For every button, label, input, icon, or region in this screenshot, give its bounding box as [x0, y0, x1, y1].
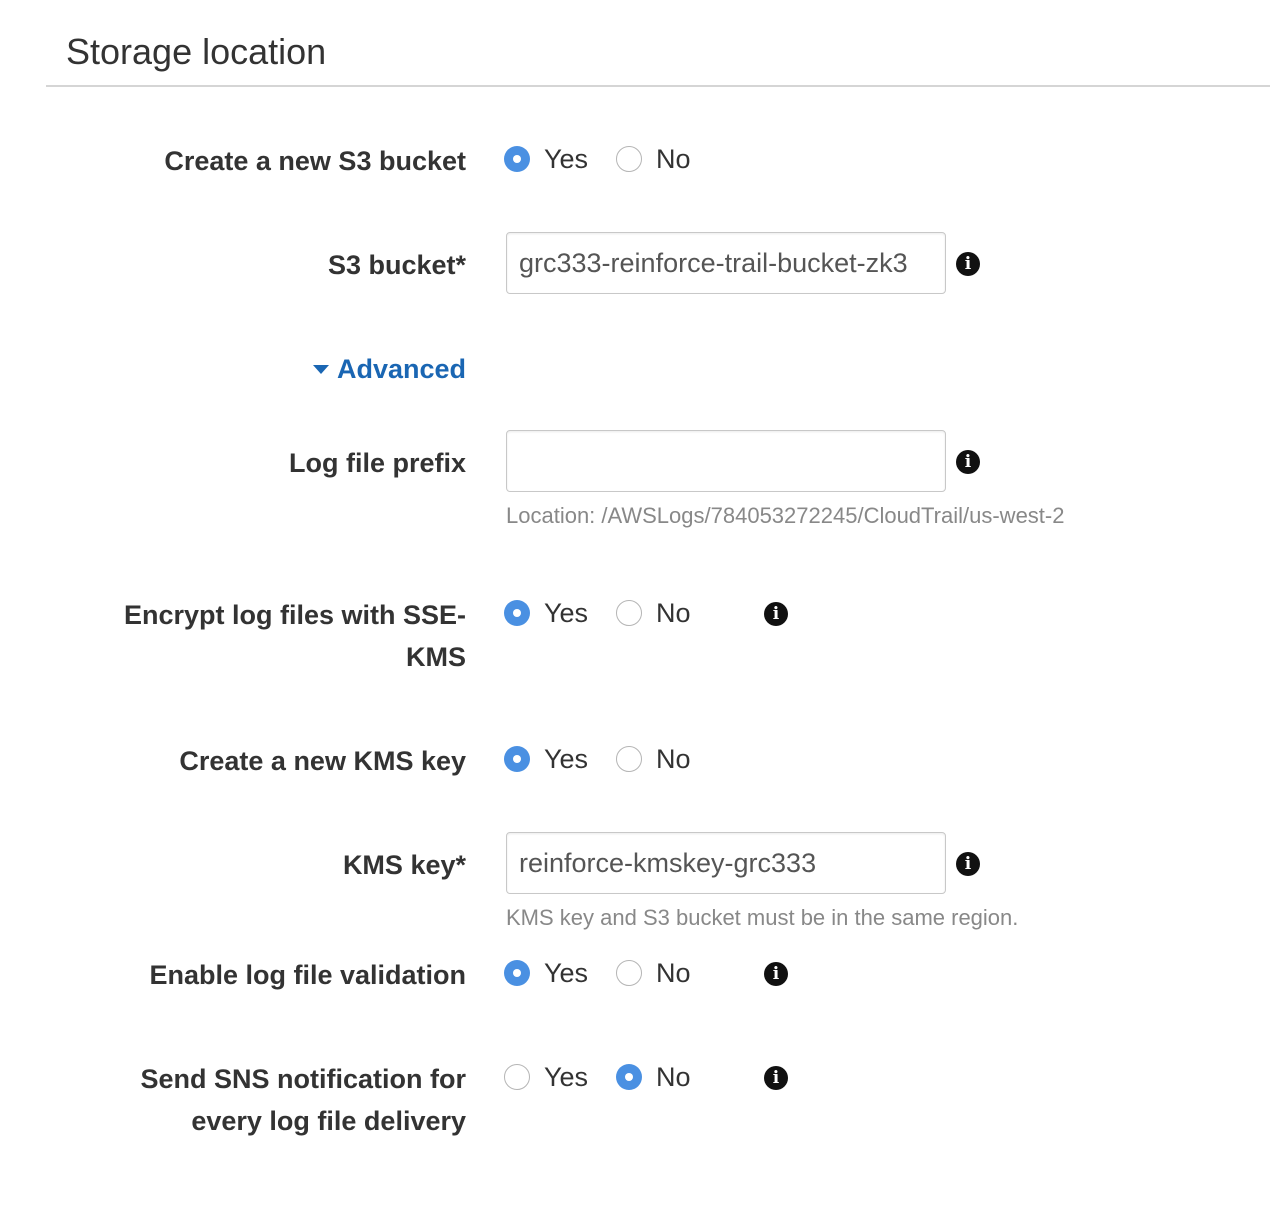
validation-no-option[interactable]: No: [616, 952, 691, 994]
advanced-toggle[interactable]: Advanced: [312, 348, 466, 390]
create-kms-yes-label: Yes: [544, 744, 589, 774]
sns-yes-radio[interactable]: [504, 1064, 530, 1090]
caret-down-icon: [312, 364, 329, 374]
s3-bucket-input[interactable]: [506, 232, 946, 294]
create-bucket-label: Create a new S3 bucket: [164, 146, 466, 176]
info-icon[interactable]: i: [764, 1066, 788, 1090]
create-kms-no-radio[interactable]: [616, 746, 642, 772]
create-bucket-no-label: No: [656, 144, 691, 174]
sns-label-line1: Send SNS notification for: [140, 1064, 466, 1094]
info-icon[interactable]: i: [956, 852, 980, 876]
sns-yes-option[interactable]: Yes: [504, 1056, 588, 1098]
validation-label: Enable log file validation: [149, 960, 466, 990]
sns-no-label: No: [656, 1062, 691, 1092]
create-bucket-no-option[interactable]: No: [616, 138, 691, 180]
encrypt-label-line2: KMS: [406, 642, 466, 672]
create-kms-yes-option[interactable]: Yes: [504, 738, 588, 780]
encrypt-no-option[interactable]: No: [616, 592, 691, 634]
info-icon[interactable]: i: [956, 252, 980, 276]
advanced-label: Advanced: [336, 354, 466, 384]
create-bucket-yes-radio[interactable]: [504, 146, 530, 172]
validation-yes-radio[interactable]: [504, 960, 530, 986]
encrypt-yes-option[interactable]: Yes: [504, 592, 588, 634]
info-icon[interactable]: i: [956, 450, 980, 474]
s3-bucket-label: S3 bucket*: [327, 250, 466, 280]
kms-key-input[interactable]: [506, 832, 946, 894]
create-bucket-no-radio[interactable]: [616, 146, 642, 172]
encrypt-label-line1: Encrypt log files with SSE-: [123, 600, 466, 630]
validation-yes-option[interactable]: Yes: [504, 952, 588, 994]
log-prefix-input[interactable]: [506, 430, 946, 492]
kms-key-label: KMS key*: [342, 850, 466, 880]
sns-no-option[interactable]: No: [616, 1056, 691, 1098]
encrypt-yes-label: Yes: [544, 598, 589, 628]
create-kms-no-label: No: [656, 744, 691, 774]
create-bucket-yes-option[interactable]: Yes: [504, 138, 588, 180]
section-header: Storage location: [46, 0, 1270, 87]
create-kms-label: Create a new KMS key: [179, 746, 466, 776]
info-icon[interactable]: i: [764, 962, 788, 986]
log-prefix-help: Location: /AWSLogs/784053272245/CloudTra…: [506, 503, 1065, 528]
validation-yes-label: Yes: [544, 958, 589, 988]
encrypt-yes-radio[interactable]: [504, 600, 530, 626]
sns-label-line2: every log file delivery: [191, 1106, 466, 1136]
create-bucket-yes-label: Yes: [544, 144, 589, 174]
sns-no-radio[interactable]: [616, 1064, 642, 1090]
info-icon[interactable]: i: [764, 602, 788, 626]
validation-no-label: No: [656, 958, 691, 988]
create-kms-no-option[interactable]: No: [616, 738, 691, 780]
encrypt-no-radio[interactable]: [616, 600, 642, 626]
encrypt-no-label: No: [656, 598, 691, 628]
section-title: Storage location: [66, 31, 327, 72]
kms-key-help: KMS key and S3 bucket must be in the sam…: [506, 905, 1019, 930]
log-prefix-label: Log file prefix: [288, 448, 466, 478]
create-kms-yes-radio[interactable]: [504, 746, 530, 772]
validation-no-radio[interactable]: [616, 960, 642, 986]
sns-yes-label: Yes: [544, 1062, 589, 1092]
